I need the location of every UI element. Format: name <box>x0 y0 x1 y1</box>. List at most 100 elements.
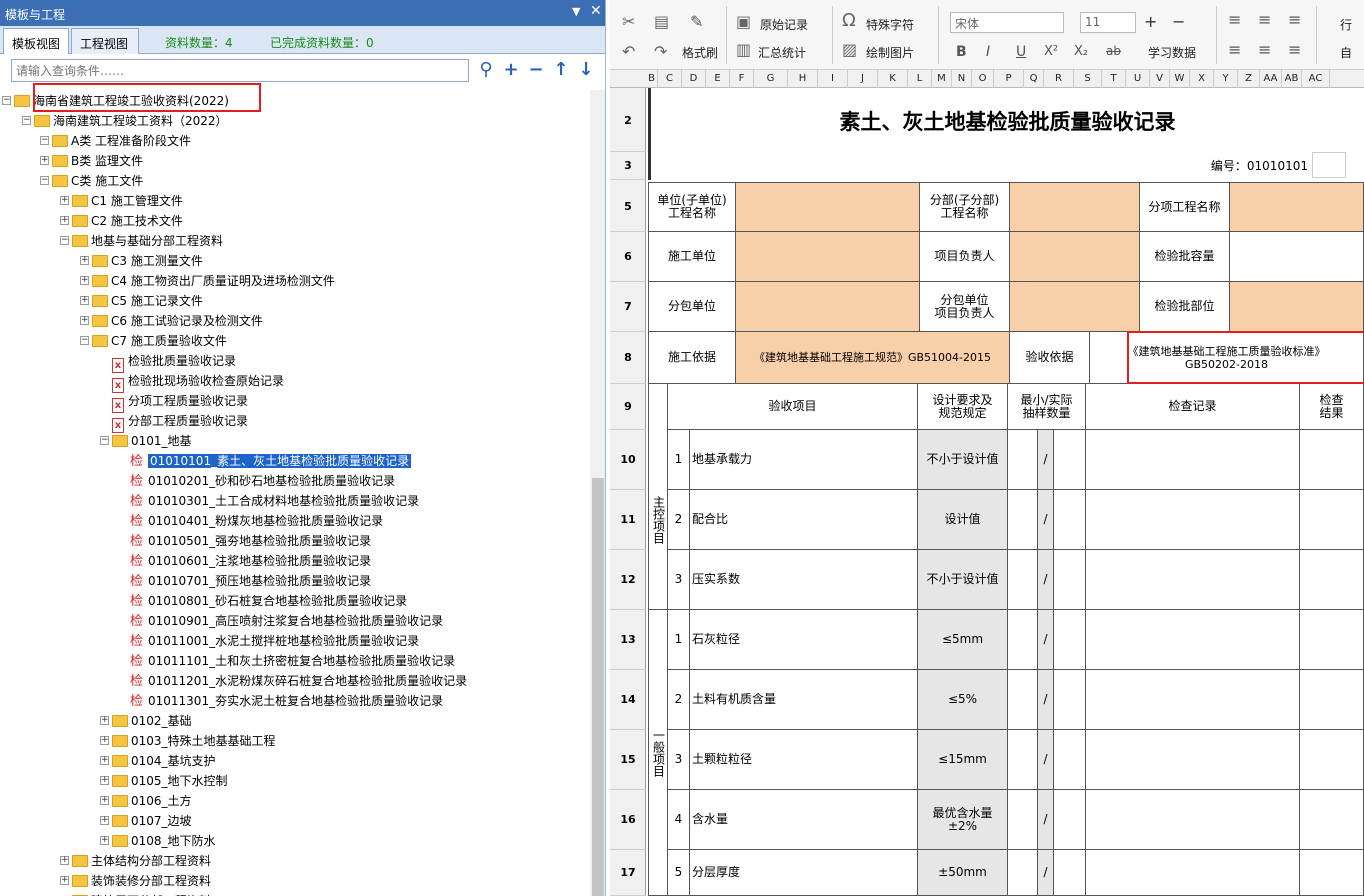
tree-folder[interactable]: + C1 施工管理文件 <box>60 192 183 210</box>
tree-folder[interactable]: + 装饰装修分部工程资料 <box>60 872 211 890</box>
tree-folder[interactable]: − 0101_地基 <box>100 432 192 450</box>
sample-actual-field[interactable] <box>1054 490 1086 550</box>
sample-min-field[interactable] <box>1008 850 1038 896</box>
check-result-field[interactable] <box>1300 490 1364 550</box>
expand-toggle-icon[interactable]: + <box>80 296 89 305</box>
sample-actual-field[interactable] <box>1054 430 1086 490</box>
row-header[interactable]: 6 <box>610 232 646 282</box>
tree-document[interactable]: 检 01010801_砂石桩复合地基检验批质量验收记录 <box>130 592 407 610</box>
check-record-field[interactable] <box>1086 610 1300 670</box>
tree-folder[interactable]: + C4 施工物资出厂质量证明及进场检测文件 <box>80 272 335 290</box>
tree-scrollbar-thumb[interactable] <box>592 478 604 896</box>
sample-actual-field[interactable] <box>1054 670 1086 730</box>
tree-document[interactable]: 检 01010301_土工合成材料地基检验批质量验收记录 <box>130 492 419 510</box>
check-result-field[interactable] <box>1300 850 1364 896</box>
align-center-icon[interactable]: ≡ <box>1258 40 1271 59</box>
row-header[interactable]: 17 <box>610 850 646 896</box>
original-record-button[interactable]: 原始记录 <box>760 16 808 33</box>
expand-toggle-icon[interactable]: + <box>100 736 109 745</box>
expand-toggle-icon[interactable]: + <box>100 716 109 725</box>
check-record-field[interactable] <box>1086 430 1300 490</box>
close-icon[interactable]: ✕ <box>590 3 602 19</box>
column-header[interactable]: AA <box>1260 70 1282 88</box>
align-bottom-icon[interactable]: ≡ <box>1288 10 1301 29</box>
column-header[interactable]: C <box>658 70 682 88</box>
shrink-font-icon[interactable]: − <box>1172 12 1185 31</box>
expand-toggle-icon[interactable]: − <box>60 236 69 245</box>
check-record-field[interactable] <box>1086 790 1300 850</box>
tab-project-view[interactable]: 工程视图 <box>71 28 139 54</box>
align-right-icon[interactable]: ≡ <box>1288 40 1301 59</box>
batch-location-field[interactable] <box>1230 282 1364 332</box>
special-char-button[interactable]: 特殊字符 <box>866 16 914 33</box>
expand-toggle-icon[interactable]: − <box>40 136 49 145</box>
sample-actual-field[interactable] <box>1054 790 1086 850</box>
tree-folder[interactable]: + C2 施工技术文件 <box>60 212 183 230</box>
check-record-field[interactable] <box>1086 490 1300 550</box>
tree-document[interactable]: 检 01010601_注浆地基检验批质量验收记录 <box>130 552 371 570</box>
subscript-button[interactable]: X₂ <box>1074 44 1088 59</box>
construction-basis-field[interactable]: 《建筑地基基础工程施工规范》GB51004-2015 <box>736 332 1010 384</box>
column-header[interactable]: B <box>646 70 658 88</box>
tree-document[interactable]: 检 01011101_土和灰土挤密桩复合地基检验批质量验收记录 <box>130 652 455 670</box>
row-header[interactable]: 8 <box>610 332 646 384</box>
expand-toggle-icon[interactable]: + <box>60 216 69 225</box>
column-header[interactable]: Y <box>1214 70 1238 88</box>
row-header[interactable]: 14 <box>610 670 646 730</box>
column-header[interactable]: U <box>1126 70 1150 88</box>
tree-folder[interactable]: + 主体结构分部工程资料 <box>60 852 211 870</box>
division-name-field[interactable] <box>1010 182 1140 232</box>
tree-document[interactable]: 检 01010901_高压喷射注浆复合地基检验批质量验收记录 <box>130 612 443 630</box>
expand-toggle-icon[interactable]: + <box>100 816 109 825</box>
tree-folder[interactable]: + C6 施工试验记录及检测文件 <box>80 312 263 330</box>
sub-manager-field[interactable] <box>1010 282 1140 332</box>
paste-icon[interactable]: ▤ <box>654 12 669 31</box>
check-result-field[interactable] <box>1300 610 1364 670</box>
tree-folder[interactable]: +0106_土方 <box>100 792 192 810</box>
tree-document[interactable]: x 检验批质量验收记录 <box>112 352 236 373</box>
column-header[interactable]: K <box>878 70 908 88</box>
sample-actual-field[interactable] <box>1054 730 1086 790</box>
summary-button[interactable]: 汇总统计 <box>758 44 806 61</box>
sample-actual-field[interactable] <box>1054 850 1086 896</box>
row-header[interactable]: 15 <box>610 730 646 790</box>
row-header[interactable]: 7 <box>610 282 646 332</box>
subcontractor-field[interactable] <box>736 282 920 332</box>
tree-folder[interactable]: +0104_基坑支护 <box>100 752 216 770</box>
pin-icon[interactable]: ▼ <box>572 5 580 18</box>
column-header[interactable]: J <box>848 70 878 88</box>
tree-folder[interactable]: +0103_特殊土地基基础工程 <box>100 732 276 750</box>
column-header[interactable]: S <box>1074 70 1102 88</box>
font-size-select[interactable]: 11 <box>1080 12 1136 33</box>
sample-min-field[interactable] <box>1008 670 1038 730</box>
tree-document[interactable]: 检 01010101_素土、灰土地基检验批质量验收记录 <box>130 452 412 470</box>
batch-capacity-field[interactable] <box>1230 232 1364 282</box>
column-header[interactable]: AC <box>1302 70 1330 88</box>
align-middle-icon[interactable]: ≡ <box>1258 10 1271 29</box>
row-header[interactable]: 16 <box>610 790 646 850</box>
tree-document[interactable]: x 分项工程质量验收记录 <box>112 392 248 413</box>
column-header[interactable]: X <box>1190 70 1214 88</box>
sample-min-field[interactable] <box>1008 430 1038 490</box>
learn-data-button[interactable]: 学习数据 <box>1148 44 1196 61</box>
column-header[interactable]: R <box>1044 70 1074 88</box>
tree-document[interactable]: x 分部工程质量验收记录 <box>112 412 248 433</box>
check-result-field[interactable] <box>1300 430 1364 490</box>
column-header[interactable]: O <box>972 70 994 88</box>
cut-icon[interactable]: ✂ <box>622 12 635 31</box>
check-result-field[interactable] <box>1300 730 1364 790</box>
align-top-icon[interactable]: ≡ <box>1228 10 1241 29</box>
sample-min-field[interactable] <box>1008 550 1038 610</box>
column-header[interactable]: L <box>908 70 932 88</box>
underline-button[interactable]: U <box>1016 44 1026 60</box>
expand-toggle-icon[interactable]: + <box>60 876 69 885</box>
expand-toggle-icon[interactable]: − <box>100 436 109 445</box>
tree-folder[interactable]: +0108_地下防水 <box>100 832 216 850</box>
sample-min-field[interactable] <box>1008 610 1038 670</box>
check-record-field[interactable] <box>1086 670 1300 730</box>
redo-icon[interactable]: ↷ <box>654 42 667 61</box>
expand-toggle-icon[interactable]: + <box>100 776 109 785</box>
tree-document[interactable]: 检 01011301_夯实水泥土桩复合地基检验批质量验收记录 <box>130 692 443 710</box>
expand-toggle-icon[interactable]: + <box>80 276 89 285</box>
remove-icon[interactable]: − <box>526 59 546 81</box>
